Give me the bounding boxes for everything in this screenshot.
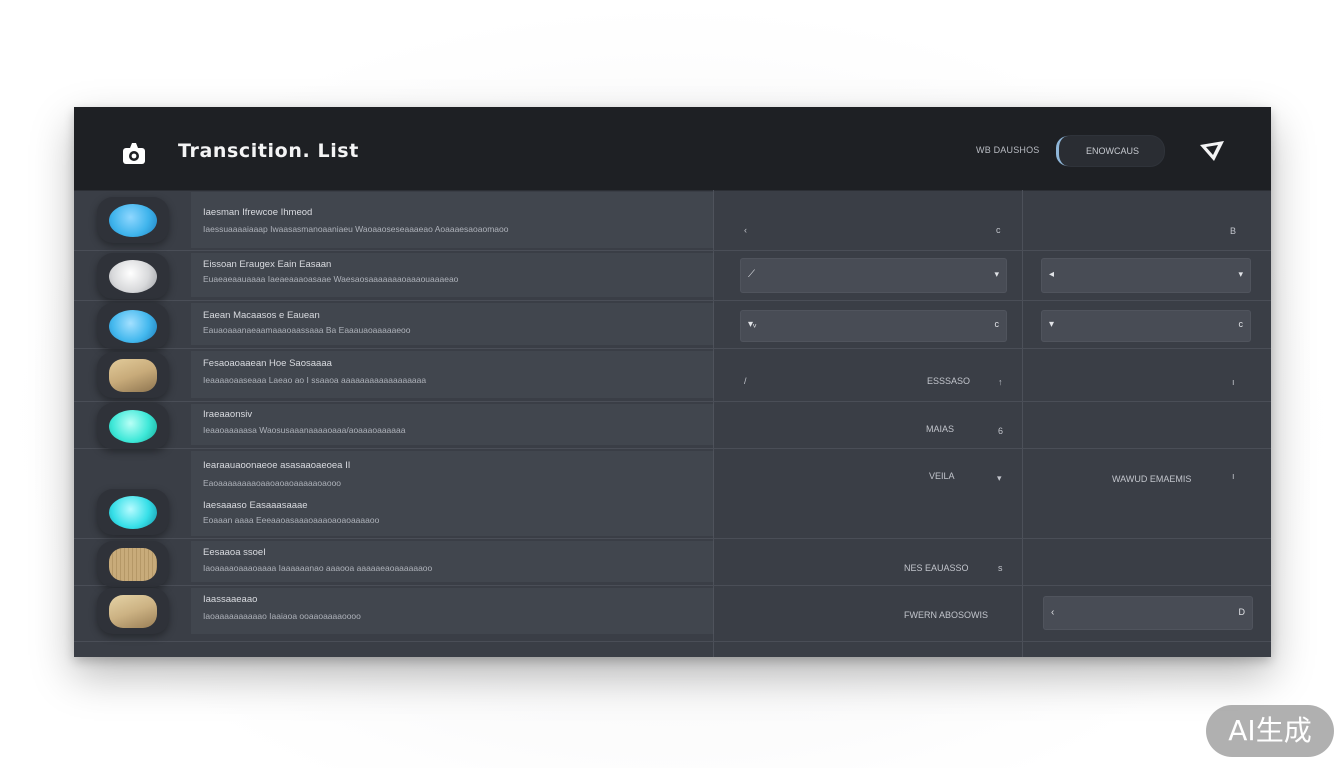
gem-gold-icon: [109, 548, 157, 581]
row-value: ↑: [998, 377, 1003, 387]
row-title: Iaassaaeaao: [203, 594, 258, 605]
row-title: Eaean Macaasos e Eauean: [203, 310, 320, 321]
gem-teal-icon: [109, 410, 157, 443]
row-thumbnail: [97, 541, 169, 587]
row-dropdown[interactable]: ⟋ ▾: [740, 258, 1007, 293]
stage: Transcition. List WB DAUSHOS ENOWCAUS Ia…: [0, 0, 1344, 768]
row-value: /: [744, 376, 747, 386]
pin-icon: ⟋: [748, 269, 755, 280]
row-value: VEILA: [929, 471, 955, 481]
row-title-secondary: Iaesaaaso Easaaasaaae: [203, 500, 308, 511]
row-dropdown[interactable]: ◂ ▾: [1041, 258, 1251, 293]
row-value: ‹: [744, 225, 747, 235]
row-title: Eesaaoa ssoeI: [203, 547, 266, 558]
dropdown-left-icon: ‹: [1051, 607, 1055, 618]
pill-accent: [1056, 136, 1068, 166]
row-thumbnail: [97, 588, 169, 634]
gem-blue-icon: [109, 310, 157, 343]
row-value: B: [1230, 226, 1237, 236]
row-value: ı: [1232, 377, 1235, 387]
table-row[interactable]: Iraeaaonsiv Ieaaoaaaaasa Waosusaaanaaaao…: [74, 402, 1271, 449]
ai-generated-watermark: AI生成: [1206, 705, 1334, 757]
table-row[interactable]: Fesaoaoaaean Hoe Saosaaaa Ieaaaaoaaseaaa…: [74, 349, 1271, 402]
brand-logo-icon[interactable]: [1198, 139, 1226, 163]
header-link[interactable]: WB DAUSHOS: [976, 145, 1040, 155]
row-value: 6: [998, 426, 1004, 436]
gem-gold-icon: [109, 595, 157, 628]
dropdown-left-icon: ◂: [1049, 269, 1055, 280]
row-subtitle: Iaoaaaaoaaaoaaaa Iaaaaaanao aaaooa aaaaa…: [203, 563, 433, 573]
dropdown-chevron-icon: c: [994, 319, 1000, 329]
row-subtitle: Eaoaaaaaaaaoaaoaoaoaaaaaoaooo: [203, 478, 342, 488]
row-main-cell: [191, 192, 714, 248]
row-value: FWERN ABOSOWIS: [904, 610, 989, 620]
row-thumbnail: [97, 303, 169, 349]
row-dropdown[interactable]: ▾ c: [1041, 310, 1251, 342]
row-value: NES EAUASSO: [904, 563, 969, 573]
row-subtitle: Iaoaaaaaaaaaao Iaaiaoa ooaaoaaaaoooo: [203, 611, 361, 621]
camera-icon[interactable]: [121, 140, 147, 166]
page-title: Transcition. List: [178, 140, 359, 162]
row-thumbnail: [97, 197, 169, 243]
gem-gold-icon: [109, 359, 157, 392]
row-value: MAIAS: [926, 424, 955, 434]
dropdown-chevron-icon: ▾: [994, 269, 999, 279]
row-subtitle: Ieaaoaaaaasa Waosusaaanaaaaoaaa/aoaaaoaa…: [203, 425, 406, 435]
dropdown-right-icon: D: [1238, 607, 1246, 617]
row-thumbnail: [97, 253, 169, 299]
dropdown-chevron-icon: c: [1238, 319, 1244, 329]
dropdown-chevron-icon: ▾: [1238, 269, 1243, 279]
row-subtitle: Eauaoaaanaeaamaaaoaassaaa Ba Eaaauaoaaaa…: [203, 325, 411, 335]
table-row[interactable]: Eaean Macaasos e Eauean Eauaoaaanaeaamaa…: [74, 301, 1271, 349]
row-thumbnail: [97, 489, 169, 535]
row-title: Iraeaaonsiv: [203, 409, 253, 420]
row-value: ı: [1232, 471, 1235, 481]
row-value: ESSSASO: [927, 376, 971, 386]
row-subtitle: Iaessuaaaaiaaap Iwaasasmanoaaniaeu Waoaa…: [203, 224, 509, 234]
row-dropdown[interactable]: ▾ᵥ c: [740, 310, 1007, 342]
table-row[interactable]: Iaassaaeaao Iaoaaaaaaaaaao Iaaiaoa ooaao…: [74, 586, 1271, 642]
row-title: Iearaauaoonaeoe asasaaoaeoea II: [203, 460, 351, 471]
table-row[interactable]: Iaesman Ifrewcoe Ihmeod Iaessuaaaaiaaap …: [74, 190, 1271, 251]
row-subtitle: Euaeaeaauaaaa Iaeaeaaaoasaae Waesaosaaaa…: [203, 274, 459, 284]
table-row[interactable]: Eesaaoa ssoeI Iaoaaaaoaaaoaaaa Iaaaaaana…: [74, 539, 1271, 587]
row-subtitle: Ieaaaaoaaseaaa Laeao ao I ssaaoa aaaaaaa…: [203, 375, 427, 385]
row-thumbnail: [97, 403, 169, 449]
row-thumbnail: [97, 352, 169, 398]
header-bar: Transcition. List WB DAUSHOS ENOWCAUS: [74, 107, 1271, 191]
row-title: Fesaoaoaaean Hoe Saosaaaa: [203, 358, 332, 369]
row-value: WAWUD EMAEMIS: [1112, 474, 1192, 484]
dropdown-left-icon: ▾: [1049, 319, 1055, 330]
row-title: Eissoan Eraugex Eain Easaan: [203, 259, 332, 270]
row-dropdown[interactable]: ‹ D: [1043, 596, 1253, 630]
gem-blue-icon: [109, 204, 157, 237]
table-row[interactable]: Eissoan Eraugex Eain Easaan Euaeaeaauaaa…: [74, 251, 1271, 301]
row-value: s: [998, 563, 1003, 573]
row-value: ▾: [997, 473, 1002, 483]
row-main-cell: [191, 541, 714, 582]
dropdown-left-icon: ▾ᵥ: [748, 319, 757, 330]
row-value: c: [996, 225, 1001, 235]
pill-label: ENOWCAUS: [1086, 146, 1140, 156]
gem-silver-icon: [109, 260, 157, 293]
row-title: Iaesman Ifrewcoe Ihmeod: [203, 207, 313, 218]
row-subtitle-secondary: Eoaaan aaaa Eeeaaoasaaaoaaaoaoaoaaaaoo: [203, 515, 380, 525]
gem-teal-icon: [109, 496, 157, 529]
table-row[interactable]: Iearaauaoonaeoe asasaaoaeoea II Eaoaaaaa…: [74, 449, 1271, 539]
header-pill-button[interactable]: ENOWCAUS: [1056, 135, 1165, 167]
transaction-list-window: Transcition. List WB DAUSHOS ENOWCAUS Ia…: [74, 107, 1271, 657]
